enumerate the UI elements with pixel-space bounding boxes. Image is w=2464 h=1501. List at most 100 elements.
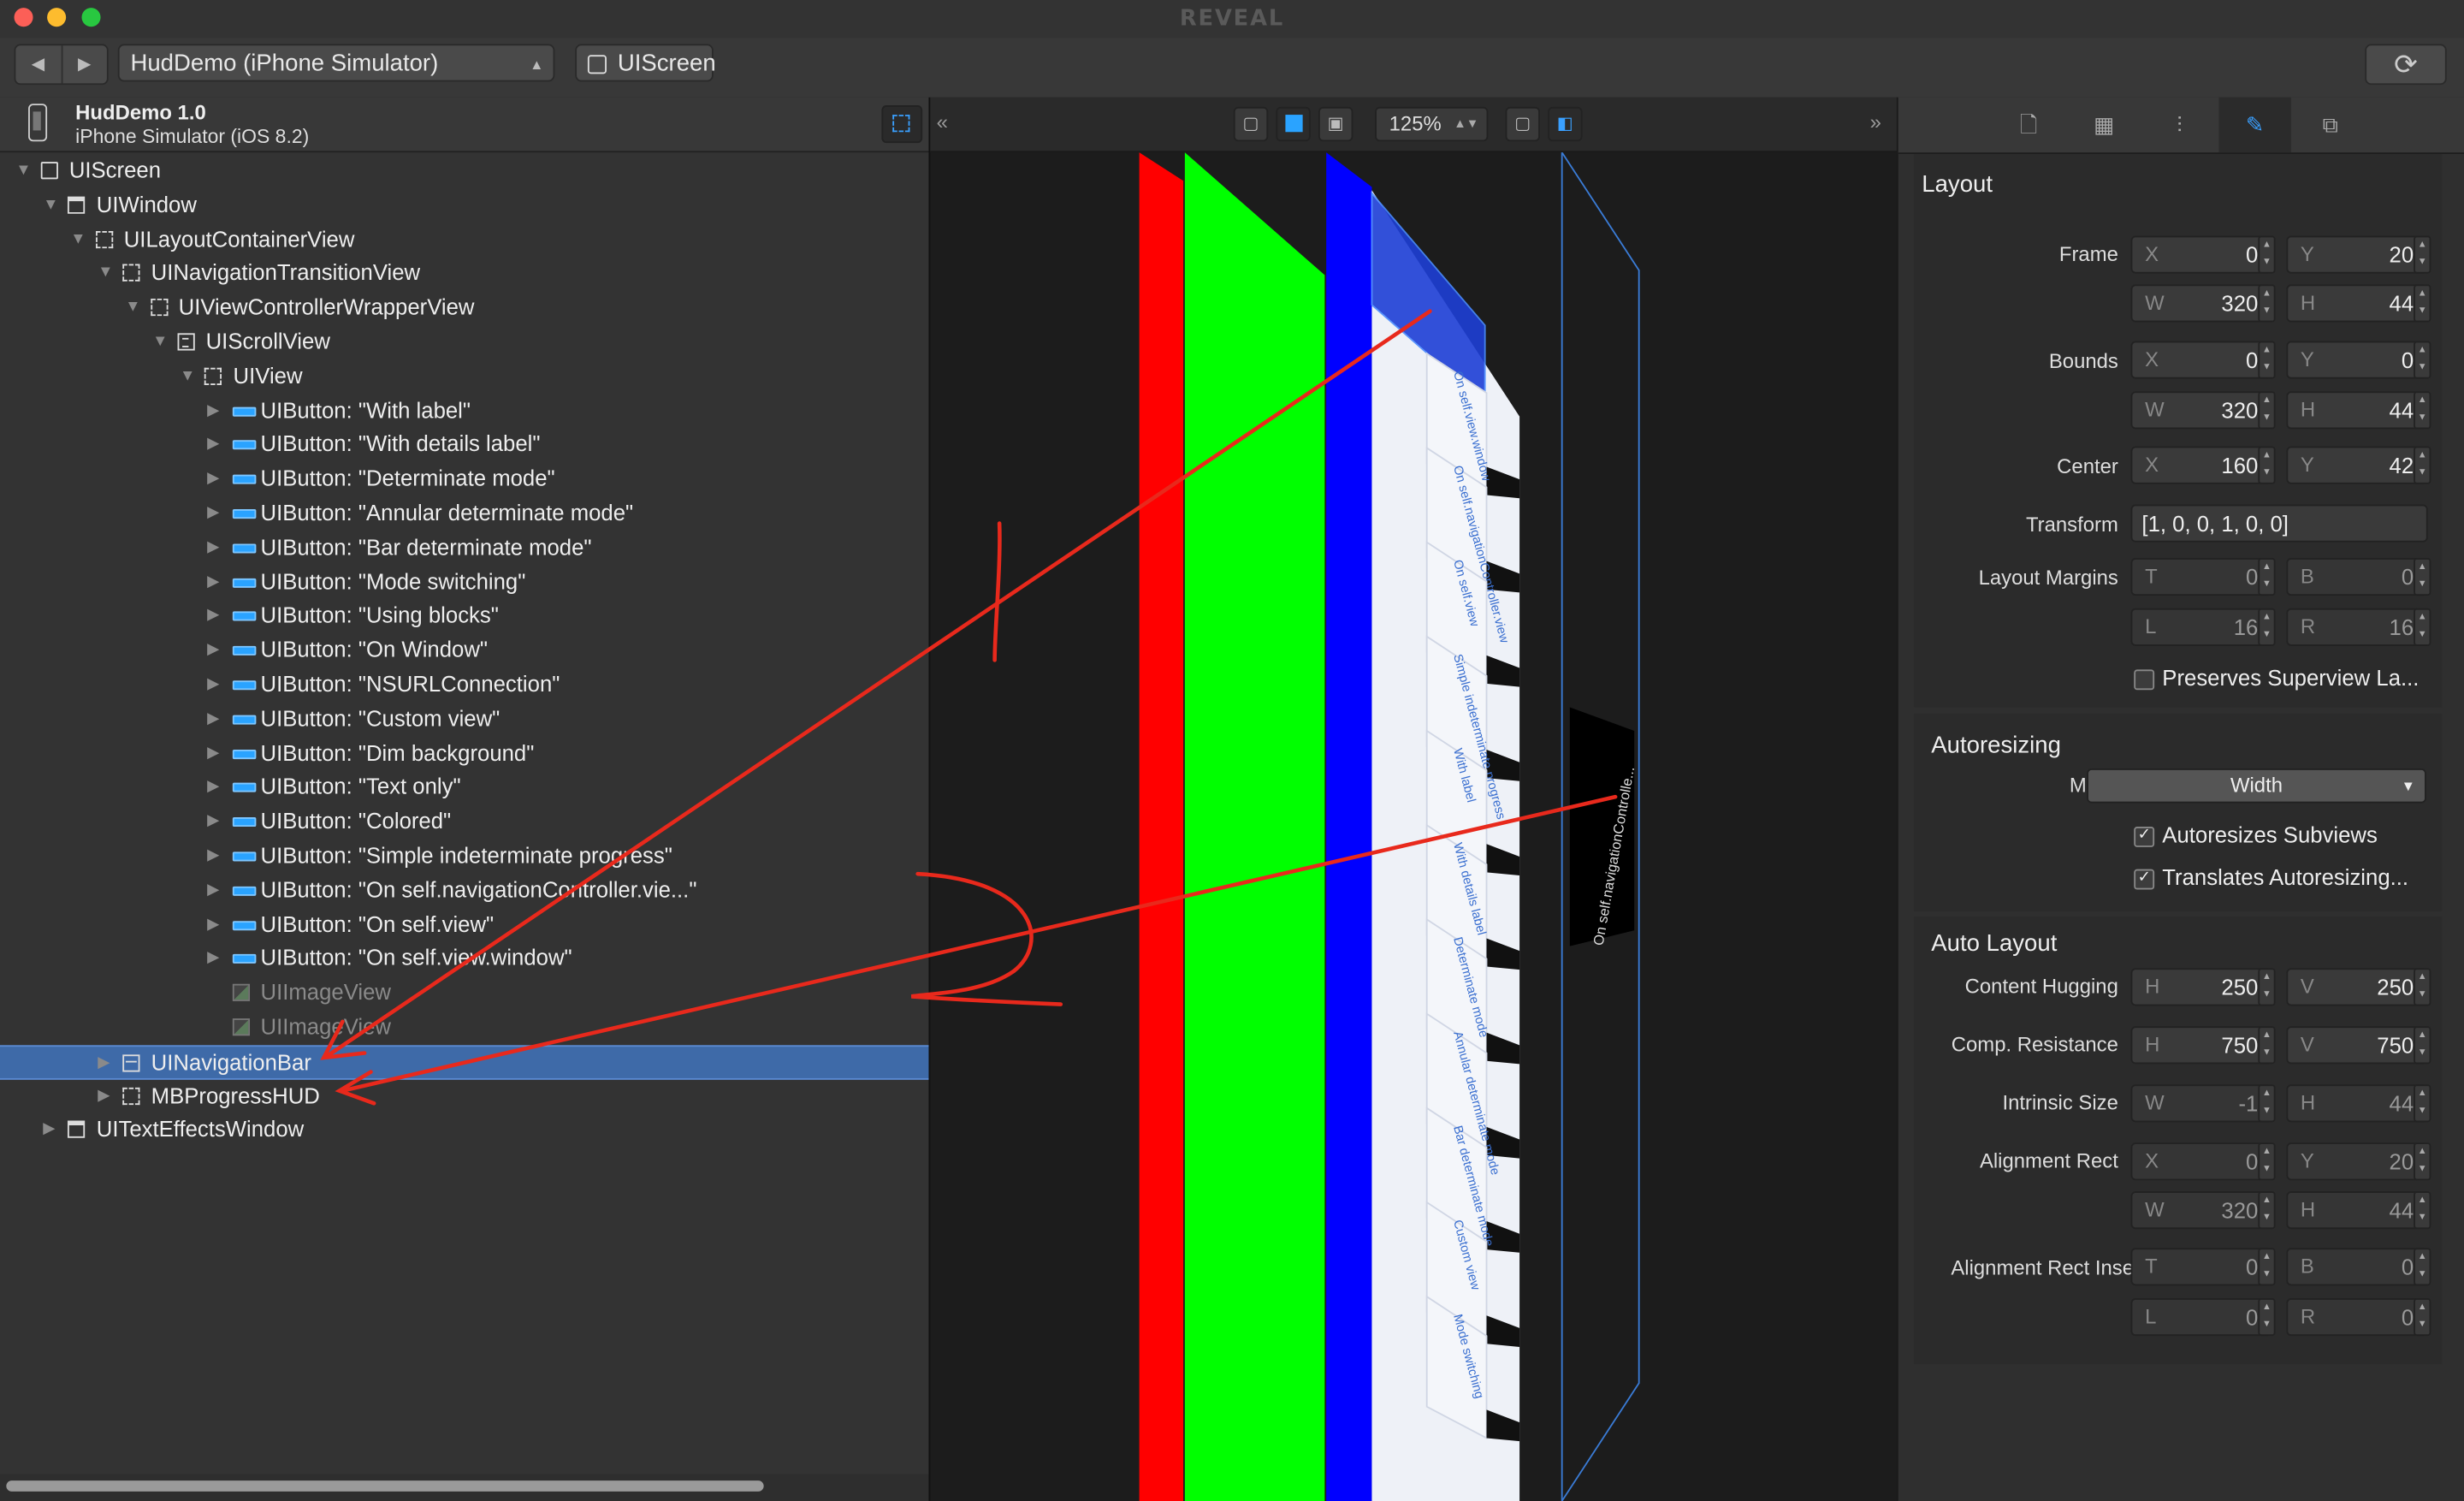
- disclosure-expanded-icon[interactable]: ▼: [152, 325, 168, 359]
- stepper[interactable]: ▲ ▼: [2414, 1026, 2431, 1065]
- disclosure-collapsed-icon[interactable]: ▶: [207, 874, 219, 908]
- tree-row[interactable]: ▶ UIButton: "Annular determinate mode": [0, 496, 928, 531]
- bounds-y-field[interactable]: Y0: [2286, 341, 2428, 379]
- disclosure-collapsed-icon[interactable]: ▶: [207, 805, 219, 839]
- disclosure-collapsed-icon[interactable]: ▶: [207, 565, 219, 599]
- disclosure-collapsed-icon[interactable]: ▶: [207, 531, 219, 565]
- collapse-right-icon[interactable]: »: [1870, 110, 1881, 134]
- disclosure-collapsed-icon[interactable]: ▶: [207, 908, 219, 942]
- disclosure-collapsed-icon[interactable]: ▶: [207, 394, 219, 428]
- stepper[interactable]: ▲ ▼: [2258, 446, 2276, 484]
- 3d-button[interactable]: ◧: [1548, 106, 1583, 142]
- stepper[interactable]: ▲ ▼: [2414, 968, 2431, 1006]
- bounds-w-field[interactable]: W 320: [2130, 391, 2272, 430]
- disclosure-collapsed-icon[interactable]: ▶: [43, 1113, 55, 1148]
- tree-row[interactable]: ▶ UINavigationBar: [0, 1044, 929, 1079]
- stepper[interactable]: ▲ ▼: [2258, 968, 2276, 1006]
- disclosure-collapsed-icon[interactable]: ▶: [207, 428, 219, 462]
- back-button[interactable]: ◀: [15, 45, 62, 84]
- tree-row[interactable]: ▶ UIButton: "Using blocks": [0, 599, 928, 633]
- center-y-field[interactable]: Y 42: [2286, 446, 2428, 484]
- tree-row[interactable]: ▶ UIButton: "Colored": [0, 805, 928, 839]
- stepper[interactable]: ▲ ▼: [2258, 1026, 2276, 1065]
- tree-row[interactable]: ▼ UIViewControllerWrapperView: [0, 291, 928, 325]
- disclosure-collapsed-icon[interactable]: ▶: [207, 771, 219, 805]
- tree-row[interactable]: ▶ UIButton: "Simple indeterminate progres…: [0, 839, 928, 874]
- forward-button[interactable]: ▶: [62, 45, 107, 83]
- tree-row[interactable]: ▶ UIButton: "On self.view.window": [0, 942, 928, 976]
- frame-x-field[interactable]: X0: [2130, 235, 2272, 274]
- file-icon[interactable]: 🗋: [1993, 98, 2064, 152]
- tree-row[interactable]: ▼ UINavigationTransitionView: [0, 257, 928, 291]
- resistance-v-field[interactable]: V 750: [2286, 1026, 2428, 1065]
- disclosure-expanded-icon[interactable]: ▼: [180, 359, 195, 394]
- disclosure-collapsed-icon[interactable]: ▶: [207, 668, 219, 703]
- tree-row[interactable]: ▶ MBProgressHUD: [0, 1079, 928, 1113]
- red-layer[interactable]: [1139, 152, 1184, 1501]
- horizontal-scrollbar[interactable]: [6, 1480, 764, 1492]
- disclosure-collapsed-icon[interactable]: ▶: [207, 599, 219, 633]
- tree-row[interactable]: ▶ UIButton: "Determinate mode": [0, 462, 928, 496]
- checkbox[interactable]: ✓: [2134, 827, 2155, 847]
- checkbox[interactable]: [2134, 669, 2155, 691]
- tree-row[interactable]: ▶ UIButton: "Text only": [0, 771, 928, 805]
- frame-y-field[interactable]: Y 20: [2286, 235, 2428, 274]
- stepper[interactable]: ▲ ▼: [2414, 284, 2431, 323]
- canvas-pane[interactable]: « ▢ ▣ 125% ▲▼ ▢ ◧ » On self.view.window On…: [928, 97, 1898, 1501]
- disclosure-collapsed-icon[interactable]: ▶: [207, 633, 219, 667]
- stepper[interactable]: ▲ ▼: [2414, 446, 2431, 484]
- tree-row[interactable]: ▶ UIButton: "Dim background": [0, 737, 928, 771]
- mask-dropdown[interactable]: Width ▼: [2087, 768, 2426, 804]
- frame-w-field[interactable]: W 320: [2130, 284, 2272, 323]
- table-icon[interactable]: ▦: [2068, 98, 2140, 152]
- tree-row[interactable]: ▶ UIButton: "Custom view": [0, 703, 928, 737]
- 2d-button[interactable]: ▢: [1505, 106, 1540, 142]
- tree-row[interactable]: ▶ UIButton: "With label": [0, 394, 928, 428]
- stepper[interactable]: ▲ ▼: [2414, 235, 2431, 274]
- checkbox[interactable]: ✓: [2134, 869, 2155, 890]
- tree-row[interactable]: ▶ UIButton: "On Window": [0, 633, 928, 667]
- tree-row[interactable]: ▶ UIButton: "On self.view": [0, 908, 928, 942]
- bounds-h-field[interactable]: H 44: [2286, 391, 2428, 430]
- tree-row[interactable]: ▶ UIButton: "Bar determinate mode": [0, 531, 928, 565]
- stepper[interactable]: ▲ ▼: [2414, 391, 2431, 430]
- tree-row[interactable]: ▶ UIButton: "Mode switching": [0, 565, 928, 599]
- disclosure-collapsed-icon[interactable]: ▶: [207, 839, 219, 874]
- tree-row[interactable]: UIImageView: [0, 1011, 928, 1045]
- disclosure-collapsed-icon[interactable]: ▶: [207, 703, 219, 737]
- disclosure-expanded-icon[interactable]: ▼: [43, 188, 58, 222]
- sliders-icon[interactable]: ⫶: [2143, 98, 2215, 152]
- stepper[interactable]: ▲ ▼: [2258, 341, 2276, 379]
- tree-row[interactable]: ▶ UIButton: "NSURLConnection": [0, 668, 928, 703]
- breadcrumb[interactable]: UIScreen: [575, 44, 716, 82]
- hugging-h-field[interactable]: H 250: [2130, 968, 2272, 1006]
- stepper[interactable]: ▲ ▼: [2258, 235, 2276, 274]
- hugging-v-field[interactable]: V 250: [2286, 968, 2428, 1006]
- disclosure-collapsed-icon[interactable]: ▶: [207, 462, 219, 496]
- disclosure-expanded-icon[interactable]: ▼: [125, 291, 140, 325]
- disclosure-collapsed-icon[interactable]: ▶: [207, 496, 219, 531]
- disclosure-collapsed-icon[interactable]: ▶: [207, 737, 219, 771]
- collapse-left-icon[interactable]: «: [937, 110, 948, 134]
- ruler-icon[interactable]: ✎: [2218, 97, 2291, 153]
- mixed-button[interactable]: ▣: [1318, 106, 1353, 142]
- zoom-select[interactable]: 125% ▲▼: [1375, 106, 1489, 142]
- resistance-h-field[interactable]: H 750: [2130, 1026, 2272, 1065]
- app-selector[interactable]: HudDemo (iPhone Simulator) ▲: [117, 44, 555, 82]
- select-mode-button[interactable]: [881, 105, 923, 144]
- layers-icon[interactable]: ⧉: [2295, 98, 2366, 152]
- wireframe-button[interactable]: ▢: [1233, 106, 1269, 142]
- tree-row[interactable]: ▼ UIView: [0, 359, 928, 394]
- solid-button[interactable]: [1276, 106, 1311, 142]
- tree-row[interactable]: ▼ UIScreen: [0, 154, 928, 188]
- tree-row[interactable]: ▶ UIButton: "On self.navigationController…: [0, 874, 928, 908]
- stepper[interactable]: ▲ ▼: [2414, 341, 2431, 379]
- stepper[interactable]: ▲ ▼: [2258, 284, 2276, 323]
- tree-row[interactable]: ▶ UIButton: "With details label": [0, 428, 928, 462]
- center-x-field[interactable]: X 160: [2130, 446, 2272, 484]
- tree-row[interactable]: ▼ UILayoutContainerView: [0, 222, 928, 257]
- green-layer[interactable]: [1184, 152, 1325, 1501]
- stepper[interactable]: ▲ ▼: [2258, 391, 2276, 430]
- tree-row[interactable]: ▼ UIScrollView: [0, 325, 928, 359]
- disclosure-expanded-icon[interactable]: ▼: [98, 257, 113, 291]
